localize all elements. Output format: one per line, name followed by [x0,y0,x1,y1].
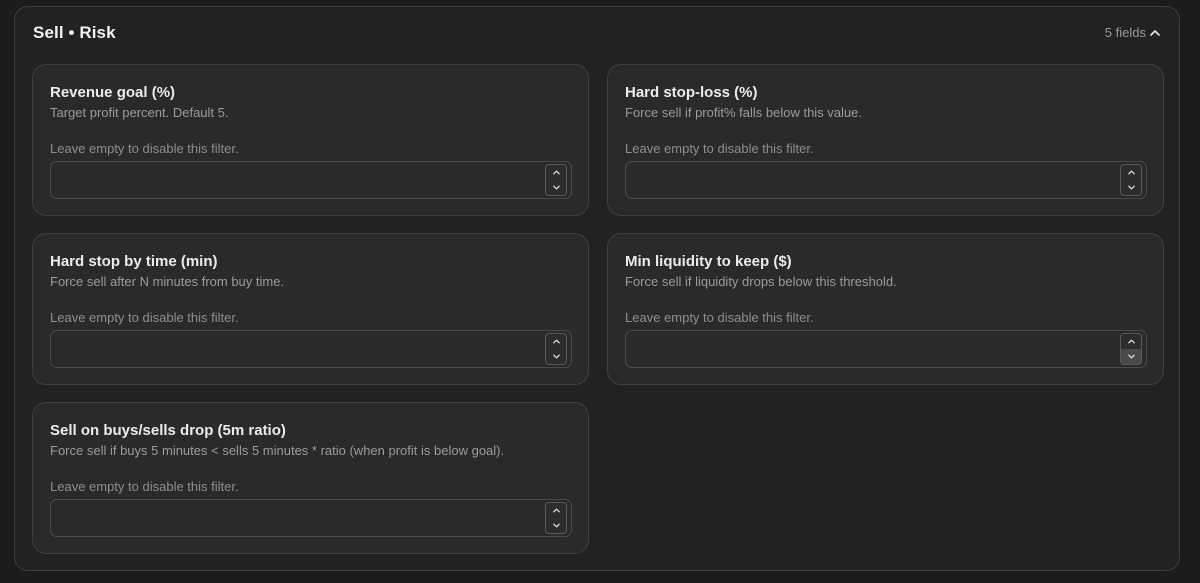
buys-sells-drop-field [50,499,572,537]
field-card-min-liquidity: Min liquidity to keep ($) Force sell if … [607,233,1164,385]
chevron-down-icon [552,523,560,528]
step-down-button[interactable] [546,518,566,533]
chevron-down-icon [1127,185,1135,190]
step-up-button[interactable] [1121,165,1141,180]
min-liquidity-input[interactable] [626,331,1116,367]
number-stepper [545,333,567,365]
field-title: Sell on buys/sells drop (5m ratio) [50,422,286,439]
chevron-up-icon [1150,29,1160,36]
field-card-hard-stop-by-time: Hard stop by time (min) Force sell after… [32,233,589,385]
field-description: Target profit percent. Default 5. [50,105,229,120]
chevron-down-icon [1127,354,1135,359]
step-up-button[interactable] [1121,334,1141,349]
field-description: Force sell if profit% falls below this v… [625,105,862,120]
fields-count: 5 fields [1104,25,1146,40]
sell-risk-panel: Sell • Risk 5 fields Revenue goal (%) Ta… [14,6,1180,571]
field-title: Hard stop by time (min) [50,253,218,270]
step-down-button[interactable] [1121,349,1141,364]
step-up-button[interactable] [546,503,566,518]
hard-stop-by-time-field [50,330,572,368]
hard-stop-loss-input[interactable] [626,162,1116,198]
field-card-hard-stop-loss: Hard stop-loss (%) Force sell if profit%… [607,64,1164,216]
number-stepper [1120,164,1142,196]
chevron-up-icon [552,339,560,344]
buys-sells-drop-input[interactable] [51,500,541,536]
collapse-toggle[interactable]: 5 fields [1105,25,1161,40]
hard-stop-by-time-input[interactable] [51,331,541,367]
field-card-revenue-goal: Revenue goal (%) Target profit percent. … [32,64,589,216]
field-description: Force sell if liquidity drops below this… [625,274,897,289]
field-title: Min liquidity to keep ($) [625,253,792,270]
panel-title: Sell • Risk [33,23,116,42]
field-description: Force sell after N minutes from buy time… [50,274,285,289]
hard-stop-loss-field [625,161,1147,199]
chevron-down-icon [552,354,560,359]
step-down-button[interactable] [546,180,566,195]
field-description: Force sell if buys 5 minutes < sells 5 m… [50,443,505,458]
field-hint: Leave empty to disable this filter. [50,141,239,156]
revenue-goal-field [50,161,572,199]
field-hint: Leave empty to disable this filter. [50,310,239,325]
step-down-button[interactable] [546,349,566,364]
chevron-up-icon [1127,170,1135,175]
chevron-up-icon [552,170,560,175]
min-liquidity-field [625,330,1147,368]
field-title: Hard stop-loss (%) [625,84,758,101]
number-stepper [1120,333,1142,365]
field-hint: Leave empty to disable this filter. [50,479,239,494]
field-title: Revenue goal (%) [50,84,176,101]
revenue-goal-input[interactable] [51,162,541,198]
chevron-up-icon [552,508,560,513]
field-hint: Leave empty to disable this filter. [625,141,814,156]
number-stepper [545,164,567,196]
step-up-button[interactable] [546,334,566,349]
chevron-down-icon [552,185,560,190]
number-stepper [545,502,567,534]
field-card-buys-sells-drop: Sell on buys/sells drop (5m ratio) Force… [32,402,589,554]
step-up-button[interactable] [546,165,566,180]
field-hint: Leave empty to disable this filter. [625,310,814,325]
step-down-button[interactable] [1121,180,1141,195]
chevron-up-icon [1127,339,1135,344]
